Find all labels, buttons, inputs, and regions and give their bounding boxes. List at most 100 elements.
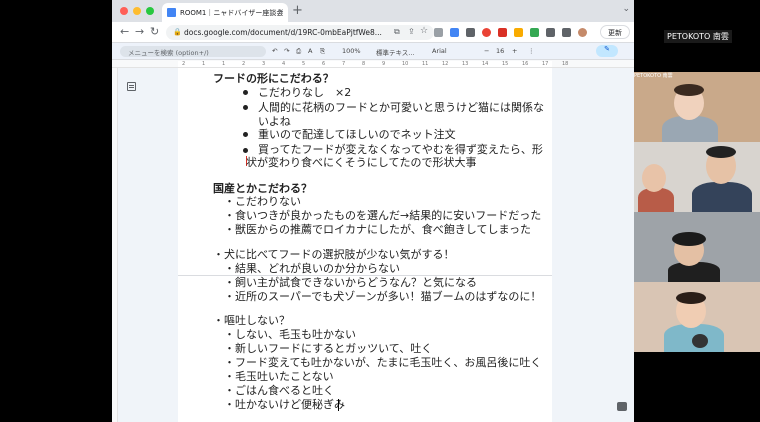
close-window-icon[interactable] (120, 7, 128, 15)
participant-video[interactable] (634, 282, 760, 352)
horizontal-ruler: 2 1 1 2 3 4 5 6 7 8 9 10 11 12 13 14 15 16 17 18 (112, 60, 634, 68)
bullet-icon (243, 90, 248, 95)
extension-icon[interactable] (530, 28, 539, 37)
ruler-tick-label: 1 (202, 61, 206, 67)
ruler-tick-label: 16 (522, 61, 529, 67)
extensions-puzzle-icon[interactable] (546, 28, 555, 37)
print-icon[interactable]: ⎙ (296, 47, 301, 56)
list-item: ・こだわりない (224, 195, 301, 208)
undo-icon[interactable]: ↶ (272, 47, 277, 55)
section-heading: ・犬に比べてフードの選択肢が少ない気がする！ (213, 248, 455, 261)
participant-hair (676, 292, 706, 304)
bullet-icon (243, 132, 248, 137)
extension-icon[interactable] (434, 28, 443, 37)
list-item: ・獣医からの推薦でロイカナにしたが、食べ飽きしてしまった (224, 223, 532, 236)
comment-icon[interactable] (617, 402, 627, 411)
list-item: ・毛玉吐いたことない (224, 370, 334, 383)
tab-bar: ROOM1｜ニャドバイザー座談会 × + ⌄ (112, 0, 634, 22)
style-select[interactable]: 標準テキス... (376, 47, 415, 57)
docs-toolbar: メニューを検索 (option+/) ↶ ↷ ⎙ A ⎘ 100% 標準テキス.… (112, 43, 634, 60)
browser-window: ROOM1｜ニャドバイザー座談会 × + ⌄ ← → ↻ 🔒 docs.goog… (112, 0, 634, 422)
minimize-window-icon[interactable] (133, 7, 141, 15)
sidepanel-icon[interactable] (562, 28, 571, 37)
ruler-tick-label: 6 (322, 61, 326, 67)
ruler-tick-label: 2 (182, 61, 186, 67)
tab-search-icon[interactable]: ⌄ (622, 4, 630, 14)
cat (692, 334, 708, 348)
list-item: ・ごはん食べると吐く (224, 384, 334, 397)
ruler-tick-label: 8 (362, 61, 366, 67)
extension-icon[interactable] (514, 28, 523, 37)
text-cursor (338, 399, 339, 411)
list-item: ・近所のスーパーでも犬ゾーンが多い！猫ブームのはずなのに！ (224, 290, 542, 303)
address-bar: ← → ↻ 🔒 docs.google.com/document/d/19RC-… (112, 22, 634, 43)
forward-icon[interactable]: → (135, 25, 144, 38)
participant-video[interactable] (634, 142, 760, 212)
extension-icon[interactable] (450, 28, 459, 37)
more-options-icon[interactable]: ⋮ (528, 47, 535, 55)
extension-icon[interactable] (482, 28, 491, 37)
ruler-tick-label: 15 (502, 61, 509, 67)
list-item: ・吐かないけど便秘ぎみ (224, 398, 345, 411)
ruler-tick-label: 4 (282, 61, 286, 67)
list-item: ・新しいフードにするとガッツいて、吐く (224, 342, 433, 355)
close-tab-icon[interactable]: × (277, 7, 284, 16)
ruler-tick-label: 7 (342, 61, 346, 67)
screen: ROOM1｜ニャドバイザー座談会 × + ⌄ ← → ↻ 🔒 docs.goog… (0, 0, 760, 422)
reload-icon[interactable]: ↻ (150, 25, 159, 38)
tab-title: ROOM1｜ニャドバイザー座談会 (180, 9, 284, 17)
list-item: ・しない、毛玉も吐かない (224, 328, 356, 341)
list-item: ・結果、どれが良いのか分からない (224, 262, 400, 275)
participant-video[interactable]: PETOKOTO 南雲 (634, 72, 760, 142)
vertical-ruler (112, 68, 118, 422)
font-select[interactable]: Arial (432, 47, 447, 55)
maximize-window-icon[interactable] (146, 7, 154, 15)
docs-favicon-icon (167, 8, 176, 17)
host-name-label: PETOKOTO 南雲 (664, 30, 732, 43)
participant-face (642, 164, 666, 192)
ruler-tick-label: 13 (462, 61, 469, 67)
ruler-tick-label: 5 (302, 61, 306, 67)
list-item: ・フード変えても吐かないが、たまに毛玉吐く、お風呂後に吐く (224, 356, 542, 369)
back-icon[interactable]: ← (120, 25, 129, 38)
list-item: 重いので配達してほしいのでネット注文 (258, 128, 456, 141)
increase-font-size-button[interactable]: + (512, 47, 517, 55)
editing-mode-button[interactable]: ✎ (596, 45, 618, 57)
install-icon[interactable]: ⧉ (394, 27, 400, 37)
menu-search-input[interactable]: メニューを検索 (option+/) (120, 46, 266, 57)
participant-hair (672, 232, 706, 246)
list-item: ・飼い主が試食できないからどうなん？と気になる (224, 276, 477, 289)
paint-format-icon[interactable]: ⎘ (320, 47, 325, 56)
section-heading: フードの形にこだわる？ (213, 72, 334, 85)
ruler-tick-label: 17 (542, 61, 549, 67)
ruler-tick-label: 12 (442, 61, 449, 67)
redo-icon[interactable]: ↷ (284, 47, 289, 55)
participant-hair (706, 146, 736, 158)
new-tab-button[interactable]: + (292, 3, 303, 18)
bookmark-star-icon[interactable]: ☆ (420, 26, 428, 36)
document-outline-icon[interactable] (127, 82, 136, 91)
tab-document[interactable]: ROOM1｜ニャドバイザー座談会 × (162, 3, 288, 22)
document-area: フードの形にこだわる？ こだわりなし ×2 人間的に花柄のフードとか可愛いと思う… (112, 68, 634, 422)
participant-video[interactable] (634, 212, 760, 282)
avatar[interactable] (578, 28, 587, 37)
ruler-tick-label: 11 (422, 61, 429, 67)
ruler-tick-label: 1 (222, 61, 226, 67)
zoom-select[interactable]: 100% (342, 47, 361, 55)
spellcheck-icon[interactable]: A (308, 47, 312, 55)
list-item: いよね (258, 115, 291, 128)
lock-icon: 🔒 (173, 28, 182, 36)
update-button[interactable]: 更新 (600, 25, 630, 39)
ruler-tick-label: 10 (402, 61, 409, 67)
participant-name: PETOKOTO 南雲 (634, 73, 673, 79)
video-call-panel: PETOKOTO 南雲 PETOKOTO 南雲 (634, 0, 760, 422)
ruler-tick-label: 3 (262, 61, 266, 67)
font-size-input[interactable]: 16 (496, 47, 504, 55)
extension-icon[interactable] (466, 28, 475, 37)
ruler-tick-label: 9 (382, 61, 386, 67)
share-icon[interactable]: ⇪ (408, 27, 415, 36)
ruler-tick-label: 18 (562, 61, 569, 67)
extension-icon[interactable] (498, 28, 507, 37)
decrease-font-size-button[interactable]: − (484, 47, 489, 55)
url-text: docs.google.com/document/d/19RC-0mbEaPjt… (184, 28, 382, 37)
